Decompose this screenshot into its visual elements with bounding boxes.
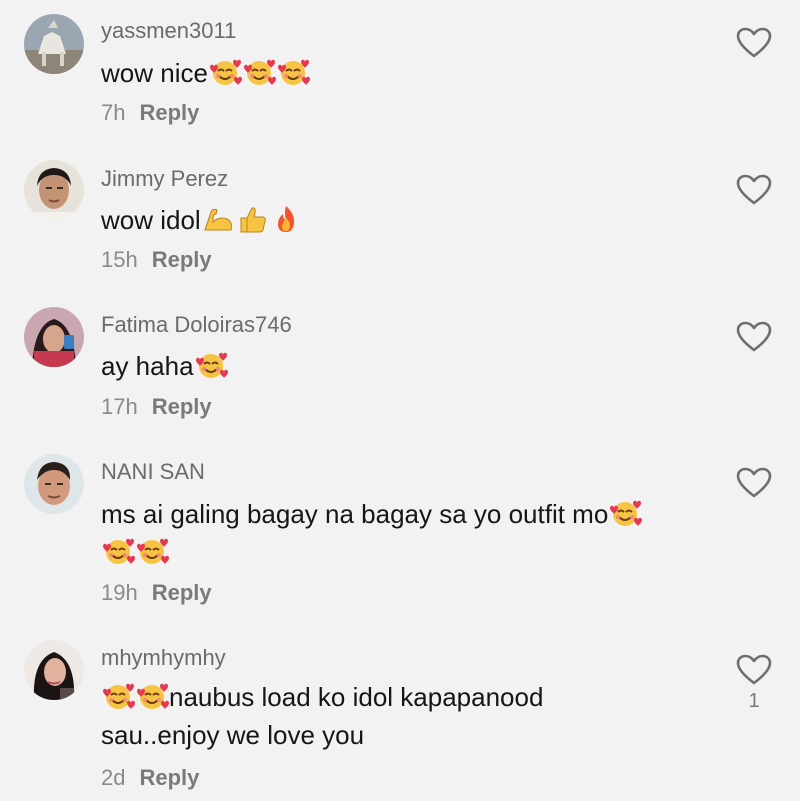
comment-text-body: ms ai galing bagay na bagay sa yo outfit…	[101, 499, 609, 529]
comment-meta: 19h Reply	[101, 580, 212, 606]
like-count: 1	[748, 690, 760, 712]
comment-username[interactable]: mhymhymhy	[101, 645, 226, 671]
comment-username[interactable]: yassmen3011	[101, 18, 236, 44]
comment-text-body: wow nice	[101, 58, 208, 88]
reply-button[interactable]: Reply	[152, 394, 212, 419]
reply-button[interactable]: Reply	[152, 247, 212, 272]
smiling-face-with-hearts-icon	[101, 536, 135, 566]
heart-outline-icon	[736, 27, 772, 58]
comment-text: ay haha	[101, 347, 701, 385]
smiling-face-with-hearts-icon	[135, 681, 169, 711]
comment-text: wow idol	[101, 201, 701, 239]
smiling-face-with-hearts-icon	[242, 57, 276, 87]
smiling-face-with-hearts-icon	[135, 536, 169, 566]
comment-timestamp: 19h	[101, 580, 138, 605]
heart-outline-icon	[736, 654, 772, 685]
avatar[interactable]	[24, 160, 84, 220]
comment-text: ms ai galing bagay na bagay sa yo outfit…	[101, 495, 701, 571]
avatar[interactable]	[24, 454, 84, 514]
heart-outline-icon	[736, 174, 772, 205]
comment-meta: 2d Reply	[101, 765, 199, 791]
avatar[interactable]	[24, 640, 84, 700]
comment-text-body: wow idol	[101, 205, 201, 235]
comment-meta: 17h Reply	[101, 394, 212, 420]
comment-meta: 15h Reply	[101, 247, 212, 273]
avatar[interactable]	[24, 307, 84, 367]
reply-button[interactable]: Reply	[139, 100, 199, 125]
like-button[interactable]	[734, 467, 774, 503]
flexed-biceps-icon	[201, 204, 235, 234]
comment-text: wow nice	[101, 54, 701, 92]
comment-username[interactable]: Fatima Doloiras746	[101, 312, 292, 338]
comment-timestamp: 7h	[101, 100, 126, 125]
thumbs-up-icon	[235, 204, 269, 234]
heart-outline-icon	[736, 467, 772, 498]
comment-timestamp: 17h	[101, 394, 138, 419]
reply-button[interactable]: Reply	[139, 765, 199, 790]
smiling-face-with-hearts-icon	[101, 681, 135, 711]
like-button[interactable]	[734, 174, 774, 210]
comment-text-body: ay haha	[101, 351, 194, 381]
like-button[interactable]: 1	[734, 654, 774, 713]
reply-button[interactable]: Reply	[152, 580, 212, 605]
like-button[interactable]	[734, 321, 774, 357]
heart-outline-icon	[736, 321, 772, 352]
comment-username[interactable]: Jimmy Perez	[101, 166, 228, 192]
avatar[interactable]	[24, 14, 84, 74]
smiling-face-with-hearts-icon	[208, 57, 242, 87]
smiling-face-with-hearts-icon	[194, 350, 228, 380]
comment-timestamp: 15h	[101, 247, 138, 272]
like-button[interactable]	[734, 27, 774, 63]
smiling-face-with-hearts-icon	[276, 57, 310, 87]
smiling-face-with-hearts-icon	[608, 498, 643, 528]
fire-icon	[269, 204, 303, 234]
comment-timestamp: 2d	[101, 765, 126, 790]
comment-meta: 7h Reply	[101, 100, 199, 126]
comment-text: naubus load ko idol kapapanood sau..enjo…	[101, 678, 621, 754]
comment-username[interactable]: NANI SAN	[101, 459, 205, 485]
